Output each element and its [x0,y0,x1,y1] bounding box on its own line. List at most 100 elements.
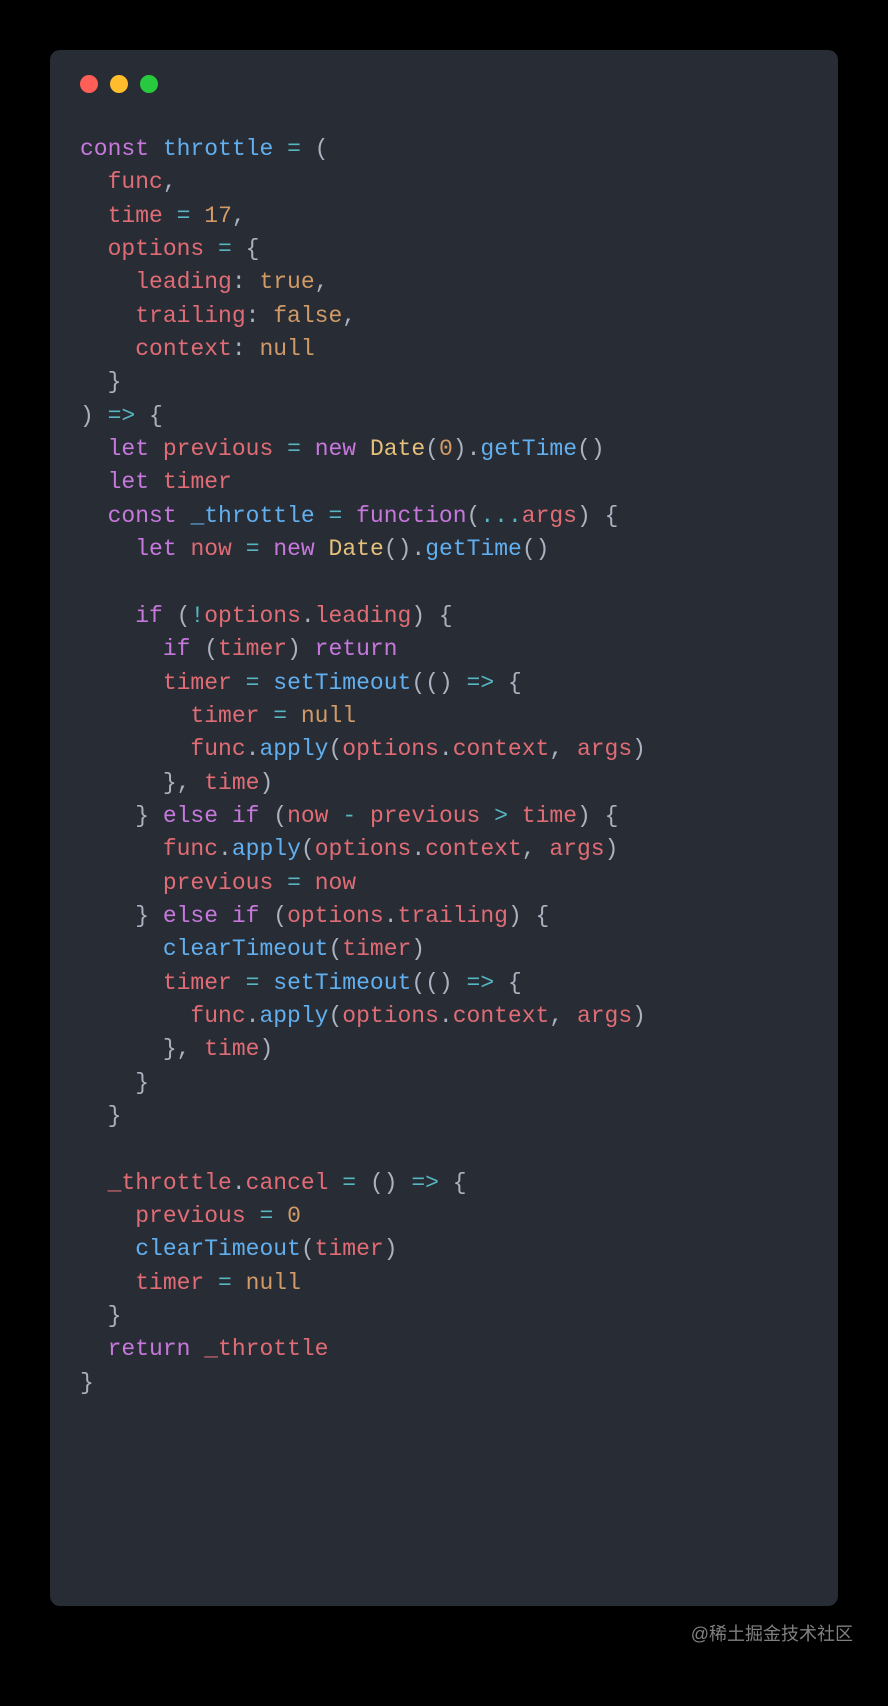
code-token: true [259,269,314,295]
code-token [80,1336,108,1362]
code-token [177,536,191,562]
code-token [508,803,522,829]
code-token [315,536,329,562]
code-token [301,870,315,896]
code-token [329,803,343,829]
code-token: if [232,803,260,829]
code-token [80,936,163,962]
code-token [80,303,135,329]
code-token: timer [315,1236,384,1262]
code-token [163,203,177,229]
code-token: - [342,803,356,829]
code-token: new [315,436,356,462]
code-token: const [80,136,149,162]
code-token: { [135,403,163,429]
code-token: ) { [411,603,452,629]
code-token: ) [259,770,273,796]
code-token: ) [287,636,315,662]
code-token: function [356,503,466,529]
code-token [177,503,191,529]
code-token: trailing [135,303,245,329]
close-icon[interactable] [80,75,98,93]
code-token: getTime [480,436,577,462]
code-token: () [356,1170,411,1196]
code-token: = [246,970,260,996]
code-token: ) [384,1236,398,1262]
code-token: ) [411,936,425,962]
code-token: = [246,670,260,696]
code-token: = [328,503,342,529]
code-token: _throttle [190,503,314,529]
code-token: } [80,1303,121,1329]
code-token: => [411,1170,439,1196]
code-token: args [522,503,577,529]
code-token: return [315,636,398,662]
code-token [287,703,301,729]
code-block[interactable]: const throttle = ( func, time = 17, opti… [80,133,808,1400]
code-token: time [522,803,577,829]
maximize-icon[interactable] [140,75,158,93]
code-token: } [80,369,121,395]
code-token: = [287,136,301,162]
code-token: return [108,1336,191,1362]
code-token [232,670,246,696]
code-token: , [315,269,329,295]
code-token: timer [135,1270,204,1296]
code-token: cancel [246,1170,329,1196]
minimize-icon[interactable] [110,75,128,93]
code-token: else [163,903,218,929]
code-token: (() [411,970,466,996]
code-token [80,1270,135,1296]
code-token: apply [259,1003,328,1029]
code-token: timer [190,703,259,729]
code-token: = [218,236,232,262]
code-token: options [108,236,205,262]
code-token: ( [328,1003,342,1029]
code-token [342,503,356,529]
code-token [204,236,218,262]
code-token: : [232,269,260,295]
code-token [80,536,135,562]
code-token: now [190,536,231,562]
code-token [80,636,163,662]
code-token: }, [80,770,204,796]
code-token: ( [467,503,481,529]
code-token: : [246,303,274,329]
code-token [80,870,163,896]
code-token: , [163,169,177,195]
code-token: timer [218,636,287,662]
code-token: () [577,436,605,462]
code-token [260,536,274,562]
code-token [218,903,232,929]
code-token: } [80,903,163,929]
code-token: new [273,536,314,562]
code-token: options [287,903,384,929]
code-token: . [218,836,232,862]
code-token: Date [329,536,384,562]
code-token: } [80,1103,121,1129]
code-token: }, [80,1036,204,1062]
code-token: > [494,803,508,829]
window-traffic-lights [80,75,808,93]
code-token [204,1270,218,1296]
code-token [149,136,163,162]
code-token: 17 [204,203,232,229]
code-token: null [301,703,356,729]
code-token: getTime [425,536,522,562]
code-token [273,1203,287,1229]
code-token: func [190,1003,245,1029]
code-token [273,436,287,462]
code-token: ( [163,603,191,629]
code-token: if [163,636,191,662]
code-token [480,803,494,829]
code-token: ) { [577,503,618,529]
code-token: ) { [508,903,549,929]
code-token: ( [328,736,342,762]
code-token: null [246,1270,301,1296]
code-token: : [232,336,260,362]
code-token: timer [163,469,232,495]
code-token [80,1203,135,1229]
code-token: options [204,603,301,629]
code-token: ... [480,503,521,529]
code-token [149,436,163,462]
